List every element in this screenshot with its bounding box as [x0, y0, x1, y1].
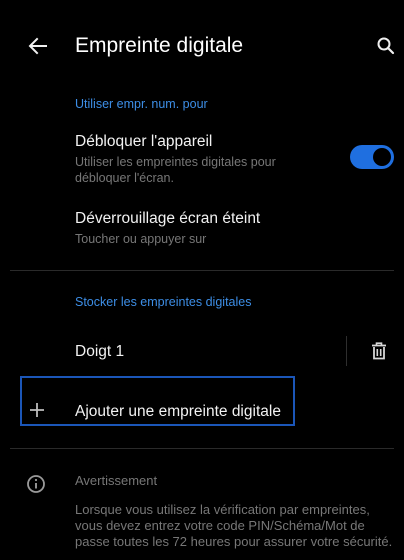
unlock-device-toggle[interactable]: [350, 145, 394, 169]
unlock-device-title: Débloquer l'appareil: [75, 133, 213, 150]
search-icon: [377, 37, 395, 55]
section-header-use: Utiliser empr. num. pour: [75, 97, 208, 111]
divider: [10, 448, 394, 449]
trash-icon: [372, 342, 386, 360]
back-button[interactable]: [22, 30, 54, 62]
divider: [10, 270, 394, 271]
screen-off-unlock-subtitle: Toucher ou appuyer sur: [75, 232, 207, 246]
add-fingerprint-label: Ajouter une empreinte digitale: [75, 403, 281, 420]
app-bar: Empreinte digitale: [0, 0, 404, 92]
vertical-divider: [346, 336, 347, 366]
screen-off-unlock-title: Déverrouillage écran éteint: [75, 210, 261, 227]
page-title: Empreinte digitale: [75, 34, 244, 57]
warning-title: Avertissement: [75, 473, 158, 488]
toggle-thumb: [373, 148, 391, 166]
add-fingerprint-button[interactable]: Ajouter une empreinte digitale: [10, 396, 394, 436]
arrow-left-icon: [28, 37, 47, 55]
plus-icon: [30, 403, 44, 417]
warning-body: Lorsque vous utilisez la vérification pa…: [75, 502, 393, 549]
search-button[interactable]: [370, 30, 402, 62]
section-header-store: Stocker les empreintes digitales: [75, 295, 252, 309]
info-icon: [27, 475, 45, 493]
delete-fingerprint-button[interactable]: [366, 338, 392, 364]
fingerprint-label: Doigt 1: [75, 343, 125, 360]
unlock-device-subtitle: Utiliser les empreintes digitales pour d…: [75, 155, 276, 185]
